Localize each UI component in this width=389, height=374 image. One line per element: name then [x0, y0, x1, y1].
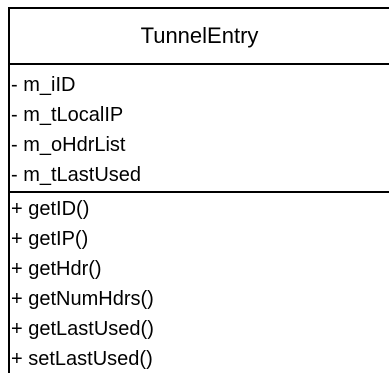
- methods-compartment: + getID() + getIP() + getHdr() + getNumH…: [10, 193, 389, 374]
- attribute-item: - m_tLocalIP: [11, 104, 124, 126]
- method-item: + getIP(): [11, 228, 89, 250]
- class-name: TunnelEntry: [10, 9, 389, 65]
- uml-class-box: TunnelEntry - m_iID - m_tLocalIP - m_oHd…: [8, 7, 389, 373]
- method-item: + getID(): [11, 198, 90, 220]
- attribute-item: - m_oHdrList: [11, 134, 126, 156]
- method-item: + getHdr(): [11, 258, 102, 280]
- method-item: + getNumHdrs(): [11, 288, 154, 310]
- attributes-compartment: - m_iID - m_tLocalIP - m_oHdrList - m_tL…: [10, 65, 389, 193]
- attribute-item: - m_iID: [11, 74, 76, 96]
- method-item: + setLastUsed(): [11, 348, 153, 370]
- method-item: + getLastUsed(): [11, 318, 154, 340]
- attribute-item: - m_tLastUsed: [11, 164, 142, 186]
